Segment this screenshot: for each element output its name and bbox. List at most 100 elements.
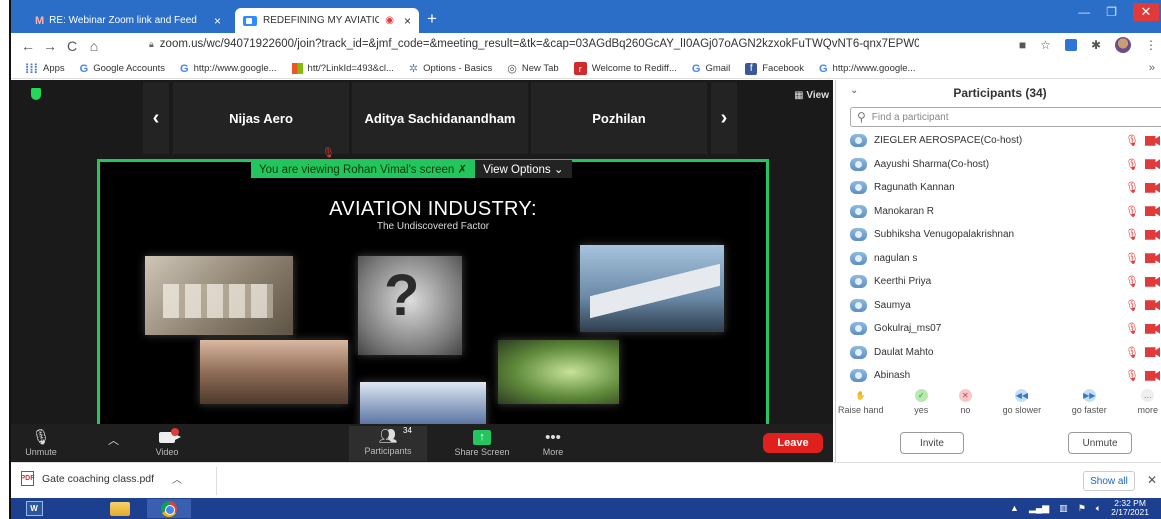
leave-button[interactable]: Leave (763, 433, 823, 453)
participants-button[interactable]: 👥︎ Participants (349, 426, 427, 461)
bookmark-linkid[interactable]: htt/?LinkId=493&cl... (291, 63, 394, 74)
minimize-icon[interactable]: — (1078, 5, 1090, 19)
reaction-go-faster-button[interactable]: ▶▶ go faster (1072, 389, 1107, 421)
security-shield-icon[interactable] (31, 88, 41, 100)
muted-mic-icon[interactable]: 🎙︎ (1125, 346, 1139, 359)
bookmark-options[interactable]: ✲ Options - Basics (409, 62, 492, 75)
unmute-me-button[interactable]: Unmute (1068, 432, 1132, 454)
window-close-button[interactable]: ✕ (1133, 3, 1159, 21)
muted-mic-icon[interactable]: 🎙︎ (1125, 205, 1139, 218)
bookmark-facebook[interactable]: f Facebook (745, 62, 804, 75)
show-all-button[interactable]: Show all (1083, 471, 1135, 491)
bookmark-apps[interactable]: ⁞⁞⁞ Apps (25, 61, 65, 76)
view-button[interactable]: ▦ View (794, 90, 829, 101)
reaction-go-slower-button[interactable]: ◀◀ go slower (1003, 389, 1041, 421)
participant-row[interactable]: Daulat Mahto 🎙︎ (850, 341, 1161, 365)
reaction-yes-button[interactable]: ✓ yes (914, 389, 928, 421)
reaction-no-button[interactable]: ✕ no (958, 389, 972, 421)
muted-mic-icon[interactable]: 🎙︎ (1125, 181, 1139, 194)
muted-mic-icon[interactable]: 🎙︎ (1125, 299, 1139, 312)
back-icon[interactable]: ← (17, 38, 39, 54)
bookmark-rediff[interactable]: r Welcome to Rediff... (573, 62, 677, 75)
taskbar-word[interactable]: W (19, 499, 49, 518)
muted-mic-icon[interactable]: 🎙︎ (1125, 158, 1139, 171)
volume-icon[interactable]: 🔈︎ (1096, 503, 1101, 514)
extension-icon[interactable] (1064, 39, 1077, 51)
share-screen-button[interactable]: ↑ Share Screen (441, 427, 523, 457)
video-off-icon[interactable] (1145, 300, 1160, 311)
participant-row[interactable]: nagulan s 🎙︎ (850, 247, 1161, 271)
chevron-up-icon[interactable]: ︿ (172, 471, 182, 486)
reaction-raise-hand-button[interactable]: ✋ Raise hand (838, 389, 884, 421)
close-icon[interactable]: ✕ (1147, 473, 1157, 487)
puzzle-icon[interactable]: ✱ (1091, 38, 1101, 52)
muted-mic-icon[interactable]: 🎙︎ (1125, 322, 1139, 335)
close-icon[interactable]: × (214, 14, 221, 28)
speaker-tile[interactable]: Pozhilan (531, 82, 707, 154)
taskbar-chrome[interactable] (147, 499, 191, 518)
tab-gmail[interactable]: M RE: Webinar Zoom link and Feed × (27, 8, 229, 33)
bookmark-google[interactable]: Ghttp://www.google... (180, 63, 276, 75)
camera-icon[interactable]: ■ (1019, 38, 1026, 52)
bookmark-google-accounts[interactable]: G Google Accounts (80, 63, 165, 75)
reaction-more-button[interactable]: … more (1137, 389, 1158, 421)
previous-speakers-button[interactable]: ‹ (143, 82, 169, 154)
speaker-tile[interactable]: Nijas Aero (173, 82, 349, 154)
video-off-icon[interactable] (1145, 253, 1160, 264)
participant-row[interactable]: Ragunath Kannan 🎙︎ (850, 176, 1161, 200)
video-off-icon[interactable] (1145, 347, 1160, 358)
muted-mic-icon[interactable]: 🎙︎ (1125, 228, 1139, 241)
clock[interactable]: 2:32 PM 2/17/2021 (1111, 499, 1149, 517)
tray-expand-icon[interactable]: ▲ (1010, 503, 1019, 513)
muted-mic-icon[interactable]: 🎙︎ (1125, 252, 1139, 265)
participant-row[interactable]: Keerthi Priya 🎙︎ (850, 270, 1161, 294)
video-off-icon[interactable] (1145, 229, 1160, 240)
participant-row[interactable]: Abinash 🎙︎ (850, 364, 1161, 385)
participant-row[interactable]: Manokaran R 🎙︎ (850, 200, 1161, 224)
video-button[interactable]: Video (147, 427, 187, 457)
muted-mic-icon[interactable]: 🎙︎ (1125, 369, 1139, 382)
muted-mic-icon[interactable]: 🎙︎ (1125, 275, 1139, 288)
video-off-icon[interactable] (1145, 182, 1160, 193)
video-off-icon[interactable] (1145, 370, 1160, 381)
video-off-icon[interactable] (1145, 323, 1160, 334)
download-item[interactable]: PDF Gate coaching class.pdf ︿ (21, 471, 182, 486)
participant-row[interactable]: ZIEGLER AEROSPACE(Co-host) 🎙︎ (850, 129, 1161, 153)
participant-row[interactable]: Gokulraj_ms07 🎙︎ (850, 317, 1161, 341)
forward-icon[interactable]: → (39, 38, 61, 54)
participant-row[interactable]: Subhiksha Venugopalakrishnan 🎙︎ (850, 223, 1161, 247)
bookmark-new-tab[interactable]: ◎ New Tab (507, 62, 558, 75)
participant-row[interactable]: Saumya 🎙︎ (850, 294, 1161, 318)
maximize-icon[interactable]: ❐ (1106, 5, 1117, 19)
profile-avatar[interactable] (1115, 37, 1131, 53)
more-button[interactable]: ••• More (533, 427, 573, 458)
view-options-button[interactable]: View Options ⌄ (475, 160, 572, 178)
unmute-button[interactable]: 🎙︎ Unmute (21, 427, 61, 457)
taskbar-explorer[interactable] (105, 499, 135, 518)
url-field[interactable]: 🔒︎ zoom.us/wc/94071922600/join?track_id=&… (149, 38, 919, 50)
video-off-icon[interactable] (1145, 206, 1160, 217)
home-icon[interactable]: ⌂ (83, 38, 105, 54)
next-speakers-button[interactable]: › (711, 82, 737, 154)
invite-button[interactable]: Invite (900, 432, 964, 454)
video-off-icon[interactable] (1145, 276, 1160, 287)
signal-icon[interactable]: ▂▄▆ (1029, 503, 1049, 514)
bookmarks-overflow-button[interactable]: » (1149, 62, 1155, 74)
close-icon[interactable]: × (404, 14, 411, 28)
muted-mic-icon[interactable]: 🎙︎ (1125, 134, 1139, 147)
star-icon[interactable]: ☆ (1040, 38, 1051, 52)
network-icon[interactable]: ▥ (1059, 503, 1068, 514)
reload-icon[interactable]: C (61, 38, 83, 54)
video-off-icon[interactable] (1145, 159, 1160, 170)
bookmark-gmail[interactable]: G Gmail (692, 63, 730, 75)
tab-zoom-meeting[interactable]: REDEFINING MY AVIATION ◉ × (235, 8, 419, 33)
bookmark-google-2[interactable]: Ghttp://www.google... (819, 63, 915, 75)
speaker-tile[interactable]: Aditya Sachidanandham (352, 82, 528, 154)
participant-search[interactable]: ⚲ (850, 107, 1161, 127)
new-tab-button[interactable]: + (427, 10, 437, 27)
participant-search-input[interactable] (871, 111, 1142, 123)
video-off-icon[interactable] (1145, 135, 1160, 146)
kebab-menu-icon[interactable]: ⋮ (1145, 38, 1157, 52)
audio-options-caret-icon[interactable]: ︿ (108, 432, 119, 448)
flag-icon[interactable]: ⚑ (1078, 503, 1086, 514)
